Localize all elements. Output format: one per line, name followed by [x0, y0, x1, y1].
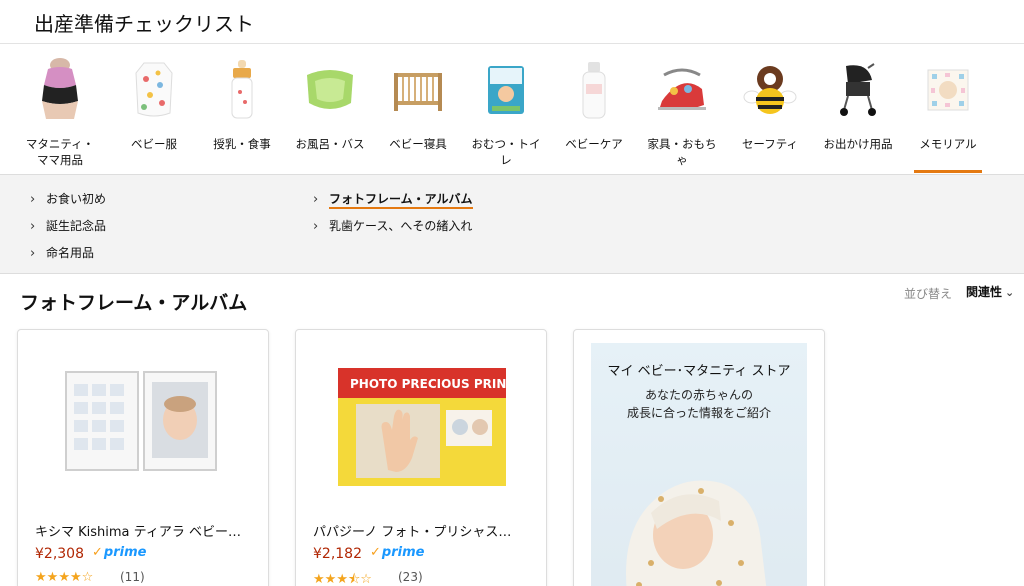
review-count[interactable]: (11) [120, 570, 145, 584]
category-label: 家具・おもち ゃ [647, 137, 717, 167]
chevron-right-icon: › [313, 192, 319, 207]
category-memorial[interactable]: メモリアル [906, 54, 990, 172]
star-full-icon: ★ [313, 572, 325, 586]
store-promo-title: マイ ベビー･マタニティ ストア [607, 364, 791, 379]
subcategory-photo-frame-album[interactable]: › フォトフレーム・アルバム [313, 190, 473, 209]
star-rating[interactable]: ★★★★☆ [35, 570, 93, 585]
category-outing[interactable]: お出かけ用品 [816, 54, 900, 172]
active-category-indicator [914, 170, 982, 173]
category-diapers[interactable]: おむつ・トイ レ [464, 54, 548, 172]
diaper-pack-icon [474, 56, 538, 124]
product-price: ¥2,182 [313, 546, 362, 562]
star-empty-icon: ☆ [360, 572, 372, 586]
product-price: ¥2,308 [35, 546, 84, 562]
review-count[interactable]: (23) [398, 570, 423, 584]
star-full-icon: ★ [69, 570, 82, 585]
star-full-icon: ★ [336, 572, 348, 586]
bouncer-icon [650, 56, 714, 124]
category-label: おむつ・トイ レ [471, 137, 541, 167]
star-full-icon: ★ [58, 570, 70, 585]
sort-dropdown[interactable]: 関連性 ⌄ [966, 283, 1014, 300]
category-label: ベビーケア [565, 137, 623, 151]
svg-text:PHOTO PRECIOUS PRINTS: PHOTO PRECIOUS PRINTS [350, 377, 523, 391]
subcategory-tooth-case[interactable]: › 乳歯ケース、へその緒入れ [313, 217, 472, 235]
category-label: お出かけ用品 [823, 137, 893, 151]
category-bedding[interactable]: ベビー寝具 [376, 54, 460, 172]
star-full-icon: ★ [35, 570, 47, 585]
subcategory-okuizome[interactable]: › お食い初め [30, 190, 106, 208]
baby-photo [626, 480, 767, 586]
prime-badge: ✓prime [370, 545, 425, 560]
chevron-down-icon: ⌄ [1005, 286, 1015, 299]
subcategory-panel: › お食い初め › 誕生記念品 › 命名用品 › フォトフレーム・アルバム › 乳歯ケース… [0, 174, 1024, 274]
sort-label: 並び替え [904, 287, 953, 301]
page-header: 出産準備チェックリスト [0, 0, 1024, 44]
category-furniture-toys[interactable]: 家具・おもち ゃ [640, 54, 724, 172]
memorial-frame-icon [916, 56, 980, 124]
chevron-right-icon: › [30, 192, 36, 207]
category-baby-clothes[interactable]: ベビー服 [112, 54, 196, 172]
baby-bottle-icon [210, 56, 274, 124]
product-card[interactable]: PHOTO PRECIOUS PRINTS パパジーノ フォト・プリシャス… ¥… [295, 329, 547, 586]
category-maternity[interactable]: マタニティ・ ママ用品 [18, 54, 102, 172]
crib-icon [386, 56, 450, 124]
product-title[interactable]: キシマ Kishima ティアラ ベビー… [35, 521, 257, 540]
subcategory-naming[interactable]: › 命名用品 [30, 244, 94, 262]
category-babycare[interactable]: ベビーケア [552, 54, 636, 172]
star-full-icon: ★ [46, 570, 59, 585]
category-label: 授乳・食事 [213, 137, 271, 151]
stroller-icon [826, 56, 890, 124]
category-label: お風呂・バス [295, 137, 365, 151]
category-label: ベビー寝具 [389, 137, 447, 151]
subcategory-birth-memorial[interactable]: › 誕生記念品 [30, 217, 106, 235]
category-label: ベビー服 [131, 137, 177, 151]
chevron-right-icon: › [30, 246, 36, 261]
maternity-belt-icon [28, 56, 92, 124]
product-card[interactable]: キシマ Kishima ティアラ ベビー… ¥2,308 ✓prime ★★★★… [17, 329, 269, 586]
baby-clothes-icon [122, 56, 186, 124]
category-label: マタニティ・ ママ用品 [25, 137, 95, 167]
star-full-icon: ★ [324, 572, 337, 586]
chevron-right-icon: › [30, 219, 36, 234]
star-half-icon: ⯪ [347, 572, 361, 586]
check-icon: ✓ [92, 545, 103, 560]
category-bath[interactable]: お風呂・バス [288, 54, 372, 172]
product-image [18, 330, 268, 510]
store-promo-card[interactable]: マイ ベビー･マタニティ ストア あなたの赤ちゃんの 成長に合った情報をご紹介 [573, 329, 825, 586]
store-promo-description: あなたの赤ちゃんの 成長に合った情報をご紹介 [626, 388, 771, 420]
lotion-bottle-icon [562, 56, 626, 124]
category-safety[interactable]: セーフティ [728, 54, 812, 172]
page-title: 出産準備チェックリスト [34, 12, 254, 36]
check-icon: ✓ [370, 545, 381, 560]
category-label: セーフティ [741, 137, 799, 151]
category-feeding[interactable]: 授乳・食事 [200, 54, 284, 172]
store-promo-banner: マイ ベビー･マタニティ ストア あなたの赤ちゃんの 成長に合った情報をご紹介 [591, 343, 807, 586]
star-rating[interactable]: ★★★⯪☆ [313, 570, 372, 586]
product-image: PHOTO PRECIOUS PRINTS [296, 330, 546, 510]
star-empty-icon: ☆ [81, 570, 94, 585]
section-title: フォトフレーム・アルバム [20, 292, 248, 314]
bee-cushion-icon [738, 56, 802, 124]
category-strip: マタニティ・ ママ用品 ベビー服 授乳・食事 お風呂・バス ベビー寝具 おむつ・… [0, 44, 1024, 174]
category-label: メモリアル [919, 137, 977, 151]
baby-bath-icon [298, 56, 362, 124]
product-title[interactable]: パパジーノ フォト・プリシャス… [313, 521, 535, 540]
prime-badge: ✓prime [92, 545, 147, 560]
chevron-right-icon: › [313, 219, 319, 234]
